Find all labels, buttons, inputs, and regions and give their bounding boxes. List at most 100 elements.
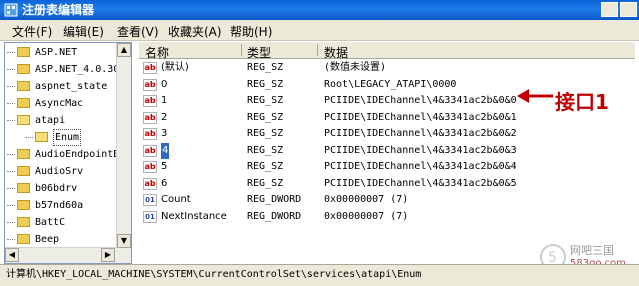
- folder-icon: [17, 200, 30, 210]
- value-type: REG_SZ: [247, 111, 284, 123]
- tree-item-label: ASP.NET: [35, 47, 78, 58]
- string-value-icon: ab: [143, 111, 157, 124]
- value-type: REG_DWORD: [247, 210, 302, 222]
- tree-connector: [7, 52, 15, 53]
- scroll-right-button[interactable]: ▶: [101, 248, 115, 262]
- tree-item-label: Beep: [35, 234, 60, 245]
- column-name-header[interactable]: 名称: [145, 44, 169, 61]
- binary-value-icon: 01: [143, 194, 157, 206]
- value-data: (数值未设置): [324, 62, 387, 73]
- tree-item-label: atapi: [35, 115, 66, 126]
- tree-connector: [7, 120, 15, 121]
- registry-tree[interactable]: ASP.NET ASP.NET_4.0.30 aspnet_state AsyncMa…: [4, 42, 132, 264]
- title-bar: 注册表编辑器: [0, 0, 639, 20]
- folder-icon: [17, 98, 30, 108]
- value-type: REG_SZ: [247, 161, 284, 172]
- maximize-button[interactable]: [620, 2, 637, 17]
- value-type: REG_SZ: [247, 177, 284, 189]
- menu-edit[interactable]: 编辑(E): [63, 23, 104, 40]
- tree-item-label: AsyncMac: [35, 98, 84, 109]
- folder-icon: [17, 166, 30, 176]
- status-bar: 计算机\HKEY_LOCAL_MACHINE\SYSTEM\CurrentCon…: [0, 264, 639, 286]
- tree-connector: [7, 171, 15, 172]
- folder-icon: [17, 47, 30, 57]
- folder-icon: [17, 217, 30, 227]
- string-value-icon: ab: [143, 95, 157, 107]
- string-value-icon: ab: [143, 128, 157, 140]
- menu-help[interactable]: 帮助(H): [230, 23, 272, 40]
- value-data: PCIIDE\IDEChannel\4&3341ac2b&0&4: [324, 161, 517, 172]
- tree-vertical-scrollbar[interactable]: ▲ ▼: [116, 43, 131, 263]
- value-type: REG_DWORD: [247, 194, 302, 205]
- folder-open-icon: [17, 115, 30, 125]
- value-type: REG_SZ: [247, 95, 284, 106]
- value-row[interactable]: ab 3 REG_SZ PCIIDE\IDEChannel\4&3341ac2b&0&…: [139, 126, 635, 142]
- value-data: 0x00000007 (7): [324, 210, 409, 222]
- tree-item-label: aspnet_state: [35, 81, 108, 92]
- value-row[interactable]: ab (默认) REG_SZ (数值未设置): [139, 60, 635, 76]
- tree-connector: [7, 239, 15, 240]
- value-data: PCIIDE\IDEChannel\4&3341ac2b&0&5: [324, 177, 517, 189]
- value-name: 2: [161, 111, 168, 123]
- value-row[interactable]: ab 4 REG_SZ PCIIDE\IDEChannel\4&3341ac2b&0&…: [139, 142, 635, 159]
- tree-item-label: AudioEndpointB: [35, 149, 120, 160]
- tree-item-label: ASP.NET_4.0.30: [35, 64, 120, 75]
- menu-view[interactable]: 查看(V): [117, 23, 159, 40]
- value-type: REG_SZ: [247, 78, 284, 90]
- value-row[interactable]: ab 5 REG_SZ PCIIDE\IDEChannel\4&3341ac2b&0&…: [139, 159, 635, 175]
- menu-file[interactable]: 文件(F): [12, 23, 52, 40]
- value-data: PCIIDE\IDEChannel\4&3341ac2b&0&3: [324, 144, 517, 156]
- folder-icon: [17, 149, 30, 159]
- value-name: Count: [161, 194, 191, 205]
- value-data: PCIIDE\IDEChannel\4&3341ac2b&0&0: [324, 95, 517, 106]
- annotation-label: 接口1: [555, 90, 609, 114]
- value-row[interactable]: 01 Count REG_DWORD 0x00000007 (7): [139, 192, 635, 208]
- scroll-up-button[interactable]: ▲: [117, 43, 131, 57]
- folder-icon: [17, 183, 30, 193]
- tree-connector: [7, 154, 15, 155]
- column-data-header[interactable]: 数据: [324, 44, 348, 61]
- folder-open-icon: [35, 132, 48, 142]
- column-type-header[interactable]: 类型: [247, 44, 271, 61]
- value-name: 3: [161, 128, 168, 139]
- string-value-icon: ab: [143, 62, 157, 74]
- tree-connector: [25, 137, 33, 138]
- tree-connector: [7, 86, 15, 87]
- scroll-left-button[interactable]: ◀: [5, 248, 19, 262]
- value-row[interactable]: 01 NextInstance REG_DWORD 0x00000007 (7): [139, 209, 635, 225]
- tree-horizontal-scrollbar[interactable]: ◀ ▶: [5, 247, 117, 263]
- value-name: 6: [161, 177, 168, 189]
- value-row[interactable]: ab 6 REG_SZ PCIIDE\IDEChannel\4&3341ac2b&0&…: [139, 176, 635, 192]
- registry-app-icon: [4, 3, 18, 17]
- scroll-down-button[interactable]: ▼: [117, 234, 131, 248]
- value-data: Root\LEGACY_ATAPI\0000: [324, 78, 457, 90]
- tree-item-label: b57nd60a: [35, 200, 84, 211]
- minimize-button[interactable]: [601, 2, 618, 17]
- values-list[interactable]: 名称 类型 数据 ab (默认) REG_SZ (数值未设置) ab 0 REG_SZ Roo…: [139, 42, 635, 264]
- folder-icon: [17, 234, 30, 244]
- red-arrow-icon: [517, 89, 553, 103]
- list-header: 名称 类型 数据: [139, 42, 635, 61]
- value-name: 4: [161, 142, 170, 159]
- menu-bar: 文件(F) 编辑(E) 查看(V) 收藏夹(A) 帮助(H): [0, 20, 639, 41]
- value-type: REG_SZ: [247, 144, 284, 156]
- value-name: 0: [161, 78, 168, 90]
- tree-connector: [7, 222, 15, 223]
- tree-connector: [7, 69, 15, 70]
- value-type: REG_SZ: [247, 128, 284, 139]
- tree-item-label: BattC: [35, 217, 66, 228]
- tree-item-label: AudioSrv: [35, 166, 84, 177]
- value-data: PCIIDE\IDEChannel\4&3341ac2b&0&1: [324, 111, 517, 123]
- value-name: NextInstance: [161, 210, 227, 222]
- string-value-icon: ab: [143, 144, 157, 157]
- tree-connector: [7, 103, 15, 104]
- value-name: 1: [161, 95, 168, 106]
- watermark-text: 网吧三国: [570, 244, 614, 257]
- binary-value-icon: 01: [143, 210, 157, 223]
- tree-item-label: Enum: [53, 129, 82, 146]
- folder-icon: [17, 81, 30, 91]
- value-data: 0x00000007 (7): [324, 194, 409, 205]
- folder-icon: [17, 64, 30, 74]
- value-name: (默认): [161, 62, 189, 73]
- menu-favorites[interactable]: 收藏夹(A): [168, 23, 222, 40]
